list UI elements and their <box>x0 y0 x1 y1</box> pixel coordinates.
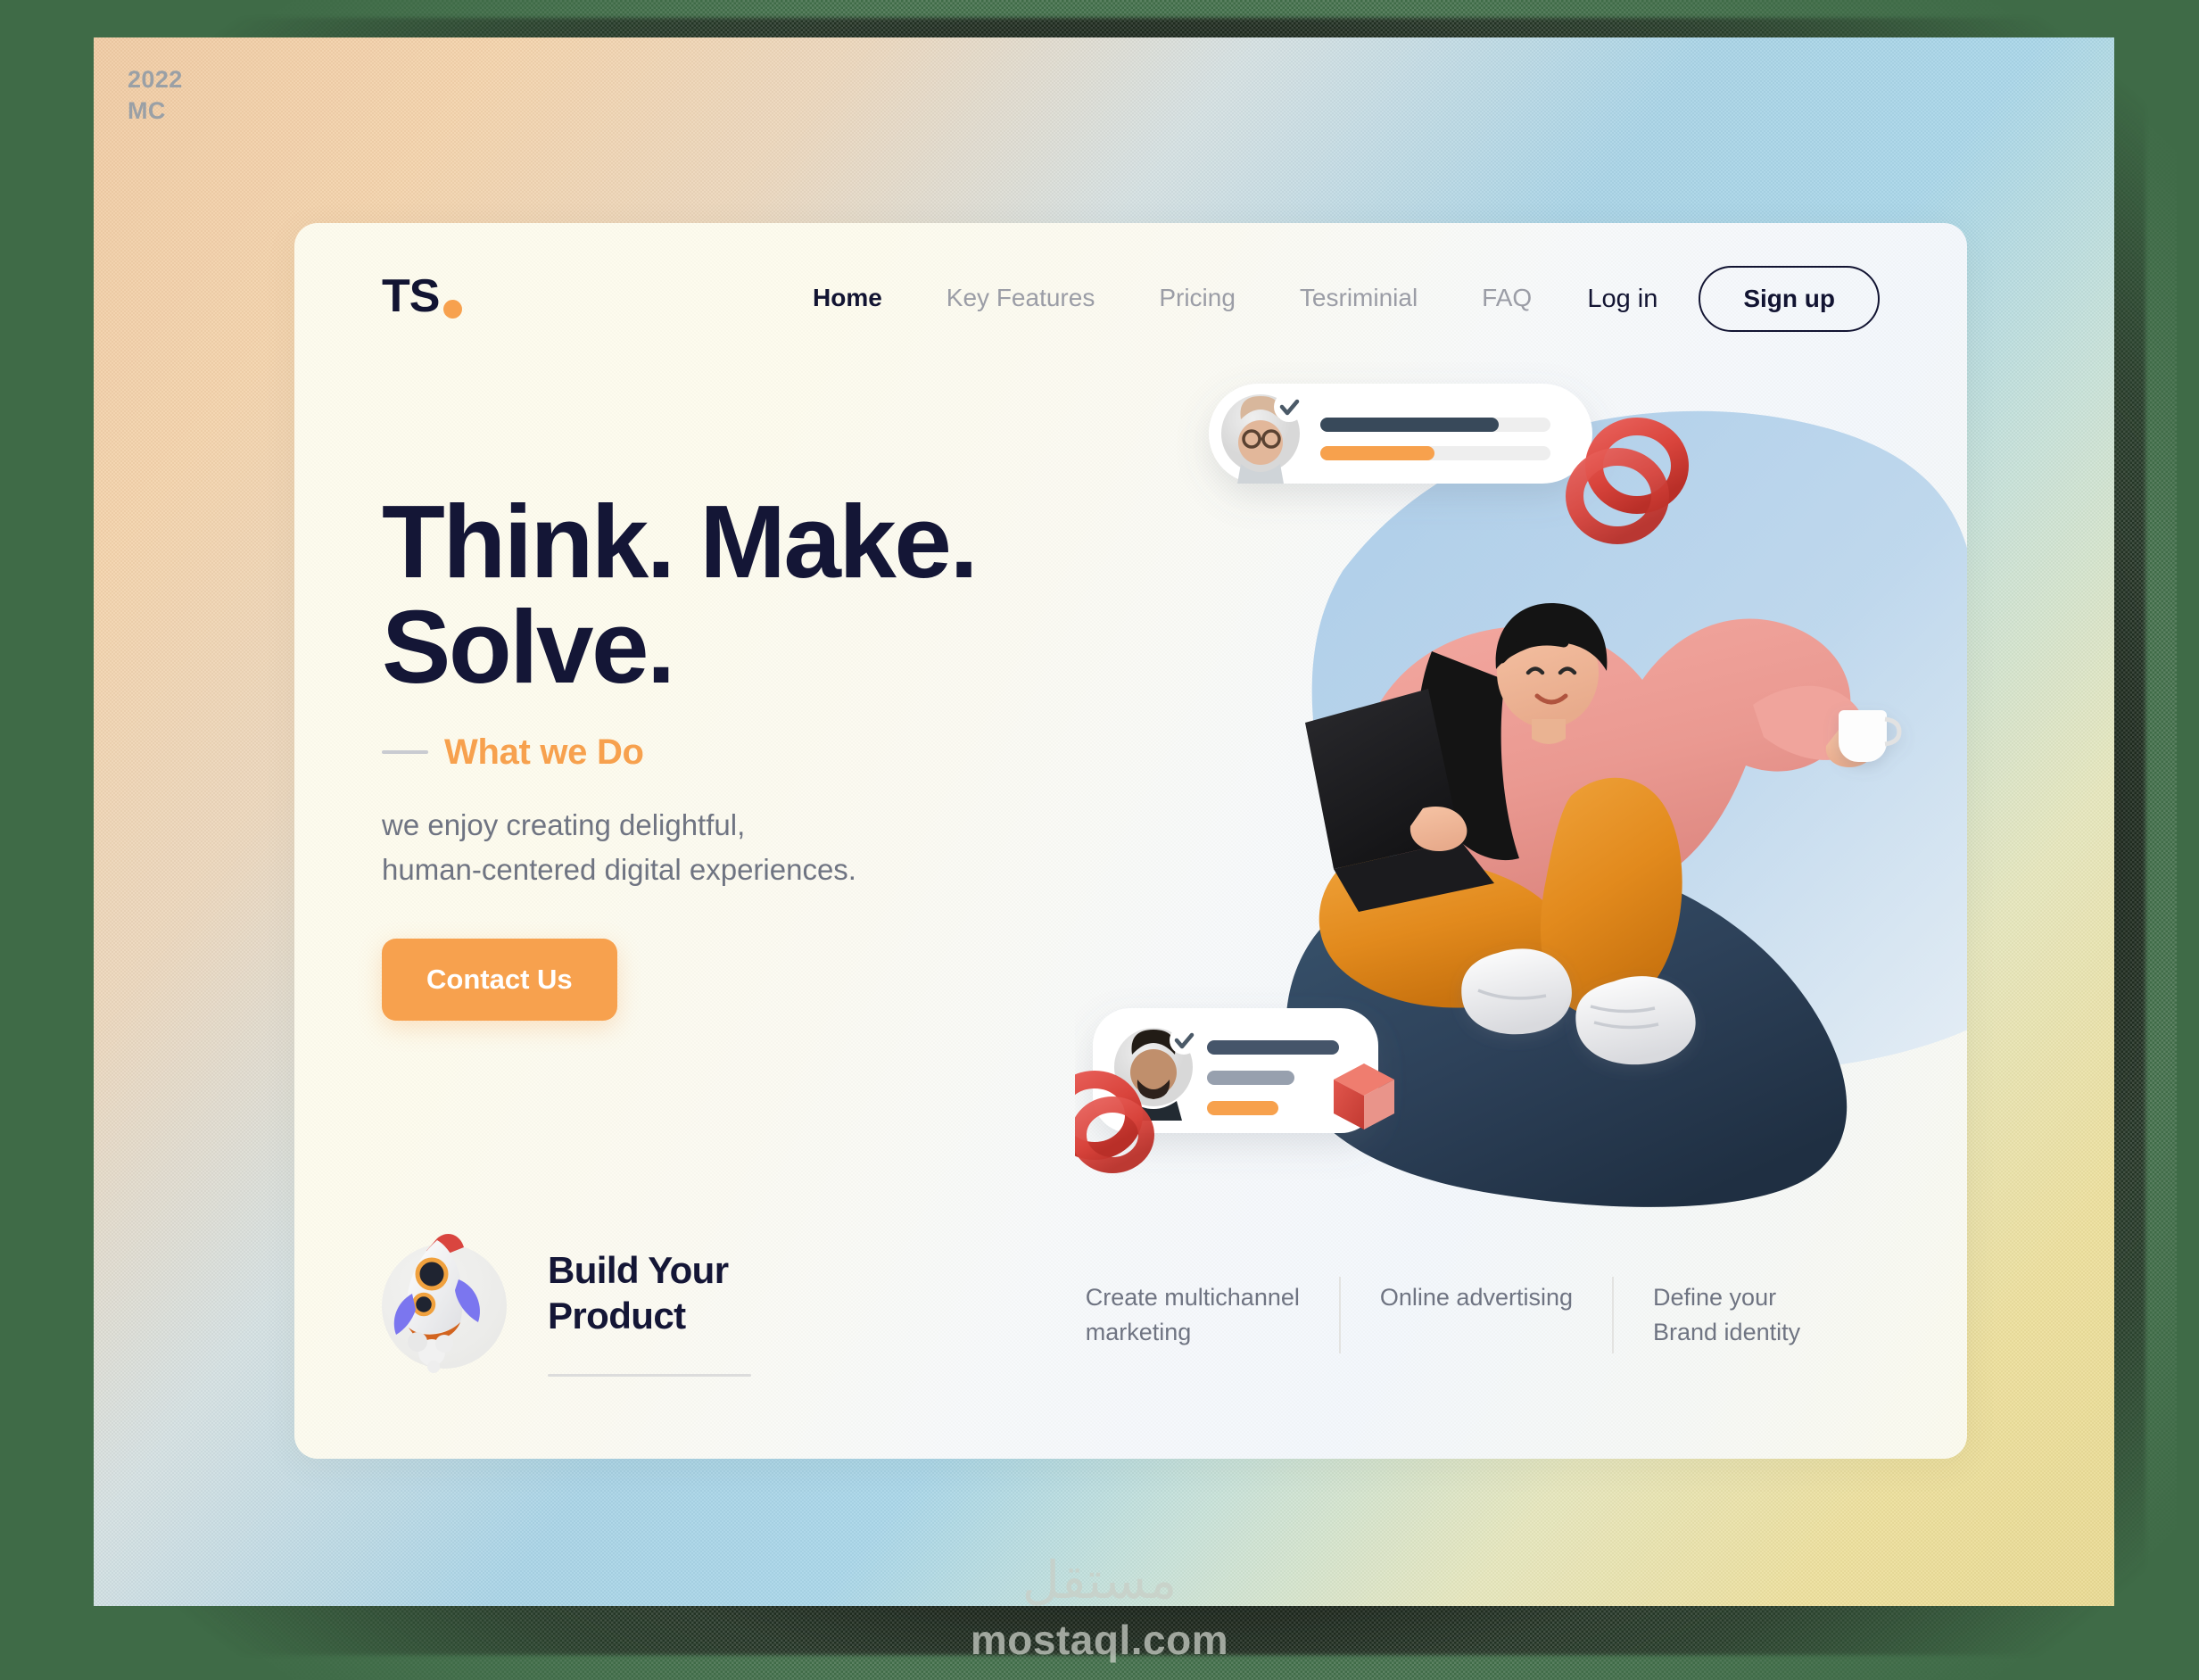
subtitle-line-1: we enjoy creating delightful, <box>382 807 746 841</box>
eyebrow: What we Do <box>382 732 1185 773</box>
rocket-icon <box>382 1228 516 1375</box>
feature-item: Online advertising <box>1338 1276 1612 1353</box>
beanbag <box>1286 849 1848 1207</box>
head <box>1497 617 1599 728</box>
hero-illustration <box>1075 384 1967 1207</box>
nav-item-faq[interactable]: FAQ <box>1450 284 1564 312</box>
build-your-product-block: Build Your Product <box>382 1228 751 1377</box>
chat-card-bottom <box>1093 1008 1378 1133</box>
bar-orange <box>1320 446 1434 460</box>
nav-item-pricing[interactable]: Pricing <box>1127 284 1268 312</box>
red-spiral-bottom <box>1075 1071 1154 1173</box>
logo[interactable]: TS <box>382 269 463 323</box>
bar-gray <box>1207 1071 1294 1085</box>
nav-item-home[interactable]: Home <box>781 284 914 312</box>
nav-item-tesriminial[interactable]: Tesriminial <box>1268 284 1450 312</box>
blue-blob <box>1311 410 1967 1071</box>
leg-left <box>1319 857 1567 1008</box>
hand <box>1825 727 1873 767</box>
subtitle-line-2: human-centered digital experiences. <box>382 852 856 886</box>
signup-button[interactable]: Sign up <box>1699 266 1880 332</box>
logo-dot-icon <box>443 300 463 319</box>
nav-item-key-features[interactable]: Key Features <box>914 284 1128 312</box>
headline-line-2: Solve. <box>382 589 675 706</box>
avatar <box>1221 394 1300 473</box>
bar-navy <box>1207 1040 1339 1055</box>
shoe-left <box>1461 948 1572 1035</box>
navbar: TS Home Key Features Pricing Tesriminial… <box>294 223 1967 384</box>
bar-navy <box>1320 418 1499 432</box>
page-title: Think. Make. Solve. <box>382 489 1185 700</box>
avatar <box>1114 1028 1193 1106</box>
laptop <box>1305 689 1494 912</box>
login-link[interactable]: Log in <box>1587 285 1658 314</box>
build-title: Build Your Product <box>548 1248 729 1337</box>
red-cube <box>1334 1063 1394 1130</box>
chat-card-top <box>1209 384 1592 484</box>
landing-page-card: TS Home Key Features Pricing Tesriminial… <box>294 223 1967 1459</box>
main-nav: Home Key Features Pricing Tesriminial FA… <box>781 284 1564 312</box>
verified-badge <box>1274 392 1304 422</box>
typing-hand <box>1410 807 1467 851</box>
contact-us-button[interactable]: Contact Us <box>382 938 617 1021</box>
sweater <box>1361 618 1851 910</box>
dash-icon <box>382 750 428 755</box>
eye-right <box>1558 666 1577 675</box>
feature-item: Create multichannel marketing <box>1085 1283 1300 1345</box>
feature-columns: Create multichannel marketing Online adv… <box>1046 1276 1862 1353</box>
smile <box>1534 693 1568 705</box>
auth-actions: Log in Sign up <box>1587 266 1880 332</box>
build-underline <box>548 1374 751 1377</box>
corner-tag: 2022 MC <box>128 64 183 126</box>
coffee-cup <box>1839 710 1902 762</box>
corner-tag-code: MC <box>128 96 166 124</box>
outer-gradient-panel: 2022 MC TS Home Key Features Pricing Tes… <box>94 37 2114 1606</box>
hero-subtitle: we enjoy creating delightful, human-cent… <box>382 803 1185 892</box>
headline-line-1: Think. Make. <box>382 484 979 600</box>
feature-item: Define your Brand identity <box>1612 1276 1862 1353</box>
build-text: Build Your Product <box>548 1228 751 1377</box>
hair-back <box>1417 651 1519 861</box>
red-spiral-top <box>1566 418 1689 544</box>
eyebrow-text: What we Do <box>444 732 644 772</box>
eye-left <box>1525 666 1545 675</box>
hero-section: Think. Make. Solve. What we Do we enjoy … <box>382 489 1185 1021</box>
bar-orange <box>1207 1101 1278 1115</box>
leg-right <box>1540 777 1682 1016</box>
shoe-right <box>1575 976 1696 1065</box>
logo-text: TS <box>382 270 440 322</box>
corner-tag-year: 2022 <box>128 66 183 93</box>
verified-badge <box>1170 1026 1198 1055</box>
hair-top <box>1495 603 1608 671</box>
